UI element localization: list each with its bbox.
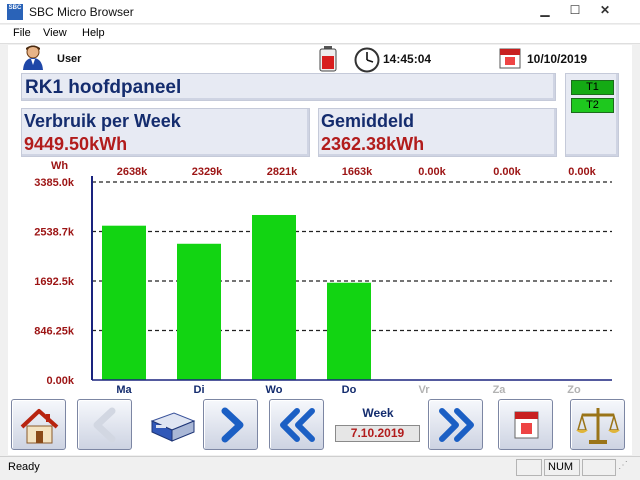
calendar-icon — [514, 411, 539, 439]
home-icon — [20, 409, 59, 444]
average-label: Gemiddeld — [321, 111, 415, 131]
average-value: 2362.38kWh — [321, 134, 425, 154]
x-category-label: Di — [194, 384, 205, 396]
y-axis-label: Wh — [51, 160, 68, 172]
fast-back-button[interactable] — [269, 399, 324, 450]
device-button[interactable] — [144, 399, 199, 450]
bar-wo — [252, 214, 296, 380]
date-display: 10/10/2019 — [527, 52, 588, 66]
arrow-left-icon — [93, 407, 116, 443]
status-text: Ready — [8, 461, 40, 473]
status-indicator-3 — [582, 459, 616, 476]
y-tick-label: 2538.7k — [34, 227, 75, 239]
y-tick-label: 0.00k — [46, 375, 74, 387]
average-panel: Gemiddeld 2362.38kWh — [318, 108, 557, 157]
x-category-label: Do — [342, 384, 357, 396]
minimize-button[interactable]: ▁ — [534, 2, 556, 19]
week-date-field[interactable]: 7.10.2019 — [335, 425, 420, 442]
resize-grip-icon[interactable]: ⋰ — [618, 461, 632, 476]
weekly-consumption-value: 9449.50kWh — [24, 134, 128, 154]
page-title: RK1 hoofdpaneel — [25, 77, 182, 98]
previous-button[interactable] — [77, 399, 132, 450]
weekly-consumption-label: Verbruik per Week — [24, 111, 181, 131]
value-label: 0.00k — [568, 166, 596, 178]
menu-help[interactable]: Help — [82, 27, 105, 39]
maximize-icon: ☐ — [569, 3, 581, 17]
x-category-label: Wo — [266, 384, 283, 396]
bar-ma — [102, 225, 146, 380]
user-label: User — [57, 53, 82, 65]
calendar-icon — [499, 48, 521, 69]
calendar-button[interactable] — [498, 399, 553, 450]
close-icon: ✕ — [599, 3, 611, 17]
menu-file[interactable]: File — [13, 27, 31, 39]
scale-button[interactable] — [570, 399, 625, 450]
scale-icon — [576, 408, 620, 444]
value-label: 2329k — [192, 166, 223, 178]
panel-content: User 14:45:04 10/10/2019 RK1 hoofdpaneel… — [8, 45, 632, 455]
x-category-label: Vr — [418, 384, 430, 396]
status-bar: Ready NUM ⋰ — [0, 456, 640, 480]
clock-icon — [354, 47, 380, 73]
tariff-panel: T1 T2 — [565, 73, 619, 157]
close-button[interactable]: ✕ — [594, 2, 616, 19]
x-category-label: Zo — [567, 384, 581, 396]
value-label: 1663k — [342, 166, 373, 178]
menu-view[interactable]: View — [43, 27, 67, 39]
next-button[interactable] — [203, 399, 258, 450]
user-icon — [23, 45, 43, 70]
bar-do — [327, 282, 371, 380]
weekly-consumption-panel: Verbruik per Week 9449.50kWh — [21, 108, 310, 157]
y-tick-label: 846.25k — [34, 326, 75, 338]
double-arrow-left-icon — [280, 408, 315, 442]
value-label: 0.00k — [493, 166, 521, 178]
weekly-bar-chart: 0.00k 846.25k 1692.5k 2538.7k 3385.0k 2638k Ma… — [34, 160, 612, 396]
week-label: Week — [362, 406, 394, 420]
value-label: 2638k — [117, 166, 148, 178]
tariff-t1-button[interactable]: T1 — [571, 80, 614, 95]
battery-icon — [319, 46, 337, 72]
x-category-label: Za — [493, 384, 507, 396]
fast-forward-button[interactable] — [428, 399, 483, 450]
browser-window: SBC SBC Micro Browser ▁ ☐ ✕ File View He… — [0, 0, 640, 480]
window-title: SBC Micro Browser — [29, 5, 134, 19]
maximize-button[interactable]: ☐ — [564, 2, 586, 19]
y-tick-label: 3385.0k — [34, 177, 75, 189]
x-category-label: Ma — [116, 384, 132, 396]
minimize-icon: ▁ — [540, 3, 550, 17]
status-indicator-1 — [516, 459, 542, 476]
menu-bar: File View Help — [0, 25, 640, 44]
double-arrow-right-icon — [439, 408, 474, 442]
value-label: 0.00k — [418, 166, 446, 178]
home-button[interactable] — [11, 399, 66, 450]
device-icon — [150, 412, 196, 442]
arrow-right-icon — [221, 407, 244, 443]
value-label: 2821k — [267, 166, 298, 178]
num-lock-indicator: NUM — [544, 459, 580, 476]
title-panel: RK1 hoofdpaneel — [21, 73, 556, 101]
tariff-t2-button[interactable]: T2 — [571, 98, 614, 113]
bar-di — [177, 243, 221, 380]
y-tick-label: 1692.5k — [34, 276, 75, 288]
title-bar: SBC SBC Micro Browser ▁ ☐ ✕ — [0, 0, 640, 24]
time-display: 14:45:04 — [383, 52, 432, 66]
app-icon: SBC — [7, 4, 23, 20]
